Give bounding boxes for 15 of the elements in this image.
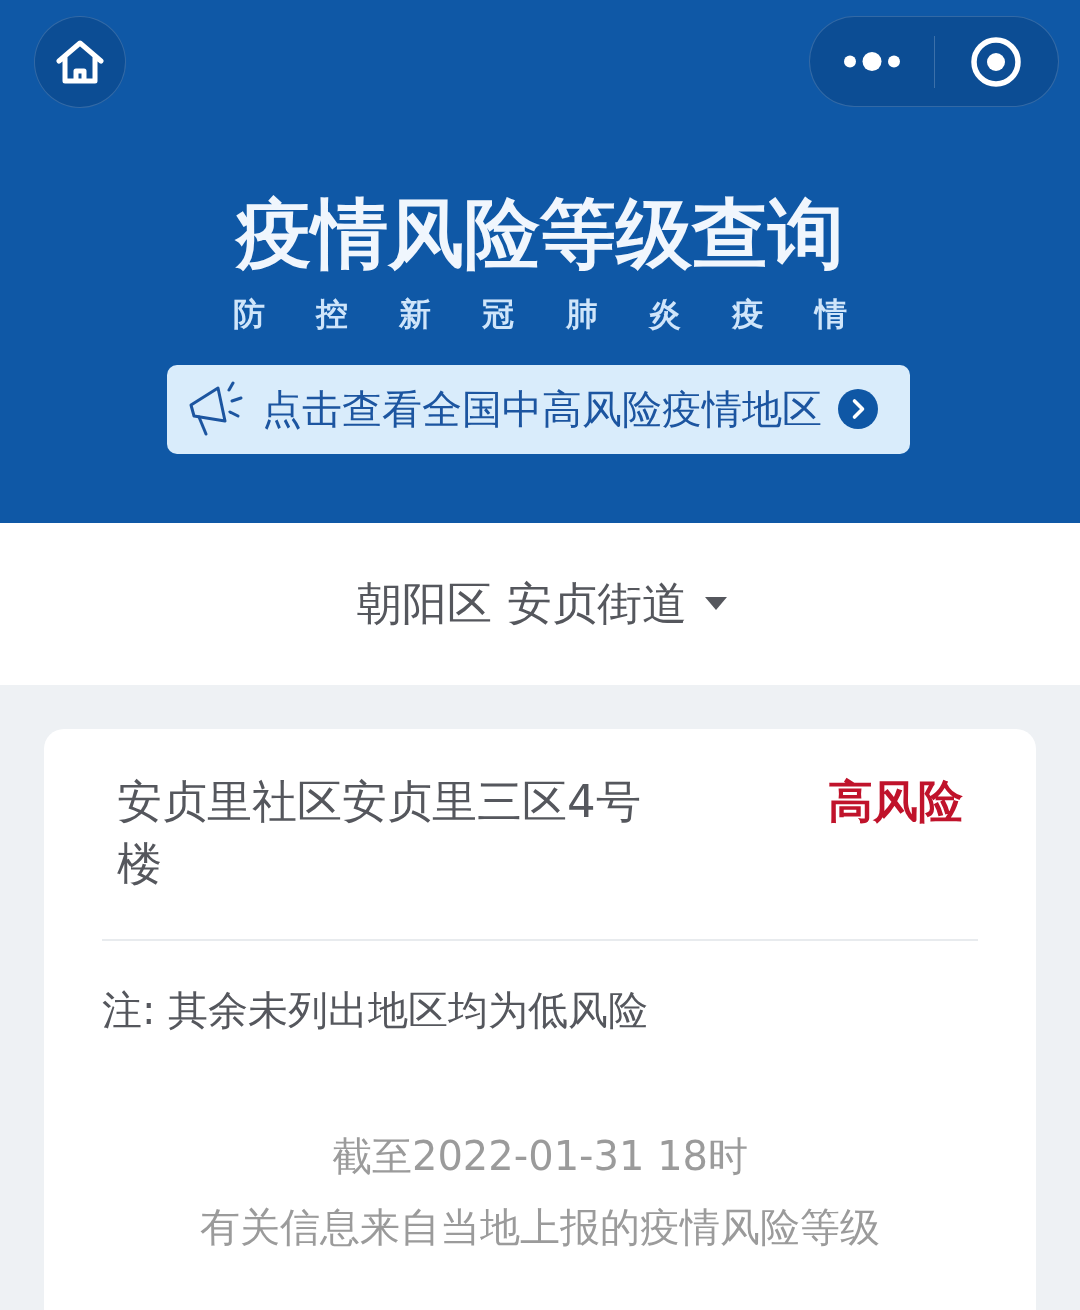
page-subtitle: 防 控 新 冠 肺 炎 疫 情 (232, 293, 868, 334)
risk-areas-banner[interactable]: 点击查看全国中高风险疫情地区 (167, 364, 910, 454)
risk-level-text: 高风险 (828, 773, 963, 830)
caret-down-icon (704, 597, 727, 611)
page-title: 疫情风险等级查询 (234, 192, 845, 276)
address-text: 安贞里社区安贞里三区4号楼 (117, 773, 642, 892)
location-dropdown[interactable]: 朝阳区 安贞街道 (357, 576, 727, 631)
note-text: 注: 其余未列出地区均为低风险 (102, 985, 650, 1035)
more-icon (843, 52, 900, 71)
home-icon (56, 40, 104, 84)
megaphone-icon (188, 381, 244, 438)
source-note-text: 有关信息来自当地上报的疫情风险等级 (199, 1202, 881, 1252)
update-time-text: 截至2022-01-31 18时 (330, 1131, 750, 1181)
chevron-right-icon (838, 389, 878, 430)
target-icon (971, 36, 1022, 87)
